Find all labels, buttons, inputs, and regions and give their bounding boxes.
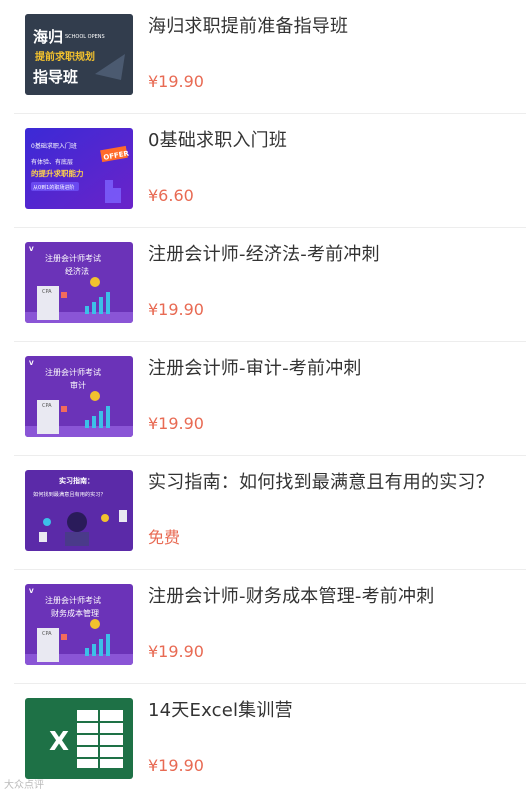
course-list: 海归 SCHOOL OPENS 提前求职规划 指导班 海归求职提前准备指导班 ¥… [0, 0, 526, 798]
thumb-text: 0基础求职入门班 [31, 142, 77, 150]
course-thumbnail[interactable]: V 注册会计师考试 审计 CPA [25, 356, 133, 437]
course-thumbnail[interactable]: X [25, 698, 133, 779]
course-thumbnail[interactable]: 海归 SCHOOL OPENS 提前求职规划 指导班 [25, 14, 133, 95]
list-item[interactable]: 实习指南： 如何找到最满意且有用的实习？ 实习指南：如何找到最满意且有用的实习？… [0, 456, 526, 570]
course-price: ¥19.90 [148, 300, 204, 319]
svg-text:V: V [29, 588, 34, 595]
course-title[interactable]: 0基础求职入门班 [148, 128, 287, 154]
list-item[interactable]: 0基础求职入门班 有体验、有底层 的提升求职能力 从0到1的职场进阶 OFFER… [0, 114, 526, 228]
course-price: ¥19.90 [148, 642, 204, 661]
thumb-text: 提前求职规划 [35, 50, 95, 63]
thumb-text: 的提升求职能力 [31, 168, 84, 178]
course-title[interactable]: 注册会计师-审计-考前冲刺 [148, 356, 362, 382]
thumb-text: CPA [42, 631, 52, 637]
thumb-text: 如何找到最满意且有用的实习？ [33, 490, 106, 498]
course-price: 免费 [148, 528, 181, 547]
thumb-text: 实习指南： [59, 476, 94, 485]
thumb-text: 有体验、有底层 [31, 158, 73, 166]
course-price: ¥19.90 [148, 72, 204, 91]
course-thumbnail[interactable]: 实习指南： 如何找到最满意且有用的实习？ [25, 470, 133, 551]
thumb-text: CPA [42, 403, 52, 409]
course-thumbnail[interactable]: 0基础求职入门班 有体验、有底层 的提升求职能力 从0到1的职场进阶 OFFER [25, 128, 133, 209]
course-price: ¥6.60 [148, 186, 194, 205]
course-title[interactable]: 注册会计师-经济法-考前冲刺 [148, 242, 380, 268]
list-item[interactable]: V 注册会计师考试 经济法 CPA 注册会计师-经济法-考前冲刺 ¥19.90 [0, 228, 526, 342]
thumb-text: 从0到1的职场进阶 [33, 184, 74, 191]
thumb-text: CPA [42, 289, 52, 295]
svg-text:V: V [29, 360, 34, 367]
course-title[interactable]: 注册会计师-财务成本管理-考前冲刺 [148, 584, 434, 610]
course-thumbnail[interactable]: V 注册会计师考试 财务成本管理 CPA [25, 584, 133, 665]
thumb-text: 注册会计师考试 [45, 253, 101, 263]
svg-text:V: V [29, 246, 34, 253]
list-item[interactable]: V 注册会计师考试 财务成本管理 CPA 注册会计师-财务成本管理-考前冲刺 ¥… [0, 570, 526, 684]
thumb-text: 注册会计师考试 [45, 367, 101, 377]
thumb-text: SCHOOL OPENS [65, 34, 105, 40]
thumb-text: X [49, 727, 69, 757]
thumb-text: 海归 [33, 28, 63, 46]
course-title[interactable]: 14天Excel集训营 [148, 698, 293, 724]
thumb-text: 审计 [70, 380, 86, 390]
course-price: ¥19.90 [148, 414, 204, 433]
course-title[interactable]: 海归求职提前准备指导班 [148, 14, 348, 40]
list-item[interactable]: V 注册会计师考试 审计 CPA 注册会计师-审计-考前冲刺 ¥19.90 [0, 342, 526, 456]
course-thumbnail[interactable]: V 注册会计师考试 经济法 CPA [25, 242, 133, 323]
list-item[interactable]: X 14天Excel集训营 ¥19.90 [0, 684, 526, 798]
thumb-text: 财务成本管理 [51, 608, 99, 618]
list-item[interactable]: 海归 SCHOOL OPENS 提前求职规划 指导班 海归求职提前准备指导班 ¥… [0, 0, 526, 114]
course-title[interactable]: 实习指南：如何找到最满意且有用的实习？ [148, 470, 494, 496]
thumb-text: 注册会计师考试 [45, 595, 101, 605]
course-price: ¥19.90 [148, 756, 204, 775]
excel-icon: X [25, 698, 133, 779]
watermark: 大众点评 [4, 780, 44, 791]
thumb-text: 指导班 [33, 68, 78, 86]
thumb-text: 经济法 [65, 266, 89, 276]
